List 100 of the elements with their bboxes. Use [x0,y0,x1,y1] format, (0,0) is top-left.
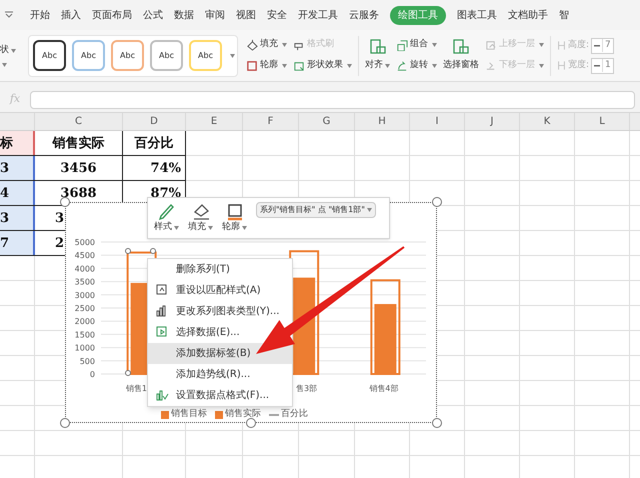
tool-icon [246,60,258,72]
ribbon-tab[interactable]: 审阅 [205,8,225,22]
selection-handle[interactable] [60,197,70,207]
minus-icon [594,44,600,46]
ribbon-tab[interactable]: 数据 [174,8,194,22]
toolbar-button[interactable]: 轮廓 [222,202,247,234]
menu-item[interactable]: 删除系列(T) [148,259,292,280]
shape-style-swatch[interactable]: Abc [72,40,105,71]
ribbon-tab[interactable]: 页面布局 [92,8,132,22]
column-header[interactable]: L [599,114,605,129]
tool-icon [451,38,471,56]
ribbon-tab[interactable]: 智 [559,8,569,22]
axis-tick-label: 4500 [74,251,95,260]
table-cell[interactable]: 3688 [60,186,97,200]
column-header[interactable]: K [544,114,550,129]
ribbon-command[interactable]: 形状效果 [293,58,352,74]
selection-handle[interactable] [432,418,442,428]
axis-tick-label: 1000 [74,344,95,353]
ribbon-tab[interactable]: 视图 [236,8,256,22]
menu-item[interactable]: 添加趋势线(R)... [148,364,292,385]
ribbon-command[interactable]: 状 [0,44,9,58]
shape-style-swatch[interactable]: Abc [111,40,144,71]
element-select[interactable]: 系列"销售目标" 点 "销售1部" [256,202,376,218]
size-spinner[interactable]: 7 [591,38,614,54]
column-header[interactable]: E [210,114,218,129]
size-icon [557,60,566,71]
table-cell[interactable]: 百分比 [134,136,174,150]
caret-icon [432,43,437,47]
ribbon-tab[interactable]: 图表工具 [457,8,497,22]
menu-item[interactable]: 更改系列图表类型(Y)... [148,301,292,322]
column-header[interactable]: F [268,114,274,129]
selection-handle[interactable] [432,197,442,207]
table-cell[interactable]: 7 [0,231,35,255]
table-cell[interactable]: 2 [55,236,64,250]
ribbon-tab[interactable]: 安全 [267,8,287,22]
tool-icon [293,60,305,72]
category-label: 销售1 [126,384,147,393]
ribbon-tab[interactable]: 云服务 [349,8,379,22]
table-cell[interactable]: 3 [0,156,35,180]
size-icon [557,40,566,51]
ribbon-command[interactable]: 旋转 [396,58,437,74]
ribbon-command[interactable]: 选择窗格 [443,38,479,73]
formula-input[interactable] [30,90,635,108]
caret-icon [2,63,7,68]
axis-tick-label: 3000 [74,290,95,300]
caret-icon [282,64,287,68]
ribbon-tab[interactable]: 开发工具 [298,8,338,22]
caret-icon [282,43,287,47]
column-header[interactable]: H [378,114,386,129]
ribbon-tab[interactable]: 文档助手 [508,8,548,22]
selection-handle[interactable] [246,418,256,428]
toolbar-button[interactable]: 填充 [188,202,213,234]
category-label: 销售4部 [369,384,398,393]
fx-label: fx [8,91,22,108]
table-cell[interactable]: 87% [150,186,181,200]
menu-icon [155,388,169,402]
tool-icon [396,60,408,72]
field-label: 高度: [568,38,590,52]
tool-icon [396,39,408,51]
column-header[interactable]: G [322,114,330,129]
caret-icon [366,208,372,212]
table-cell[interactable]: 销售实际 [52,136,104,150]
column-header[interactable]: I [436,114,438,129]
axis-tick-label: 5000 [74,238,95,247]
ribbon-tab[interactable]: 插入 [61,8,81,22]
column-header[interactable]: D [150,114,158,129]
menu-item[interactable]: 设置数据点格式(F)... [148,385,292,406]
menu-item[interactable]: 添加数据标签(B) [148,343,292,364]
shape-style-swatch[interactable]: Abc [150,40,183,71]
selection-handle[interactable] [60,418,70,428]
ribbon-tab[interactable]: 开始 [30,8,50,22]
menu-icon [155,283,169,297]
legend-label: 百分比 [281,408,308,421]
tool-icon [156,202,176,221]
collapse-icon[interactable] [4,11,14,19]
caret-icon [230,54,235,58]
shape-style-swatch[interactable]: Abc [189,40,222,71]
ribbon-command[interactable]: 填充 [246,36,287,54]
toolbar-button[interactable]: 样式 [154,202,179,234]
menu-item[interactable]: 重设以匹配样式(A) [148,280,292,301]
table-cell[interactable]: 3456 [60,162,97,174]
shape-style-swatch[interactable]: Abc [33,40,66,71]
menu-icon [155,325,169,339]
ribbon-command[interactable]: 轮廓 [246,58,287,74]
ribbon-tab[interactable]: 公式 [143,8,163,22]
table-cell[interactable]: 74% [150,162,181,174]
table-cell[interactable]: 3 [0,206,35,230]
column-header[interactable]: C [75,114,82,129]
ribbon-command[interactable]: 对齐 [365,38,390,73]
column-header[interactable]: J [490,114,494,129]
size-spinner[interactable]: 1 [591,58,614,74]
axis-tick-label: 2500 [74,304,95,313]
ribbon-command[interactable]: 组合 [396,36,437,54]
caret-icon [385,64,390,68]
axis-tick-label: 0 [90,370,95,379]
legend-label: 销售实际 [225,408,261,421]
table-cell[interactable]: 3 [55,212,64,224]
minus-icon [594,64,600,66]
table-cell[interactable]: 4 [0,181,35,205]
target-bar[interactable] [370,279,400,375]
